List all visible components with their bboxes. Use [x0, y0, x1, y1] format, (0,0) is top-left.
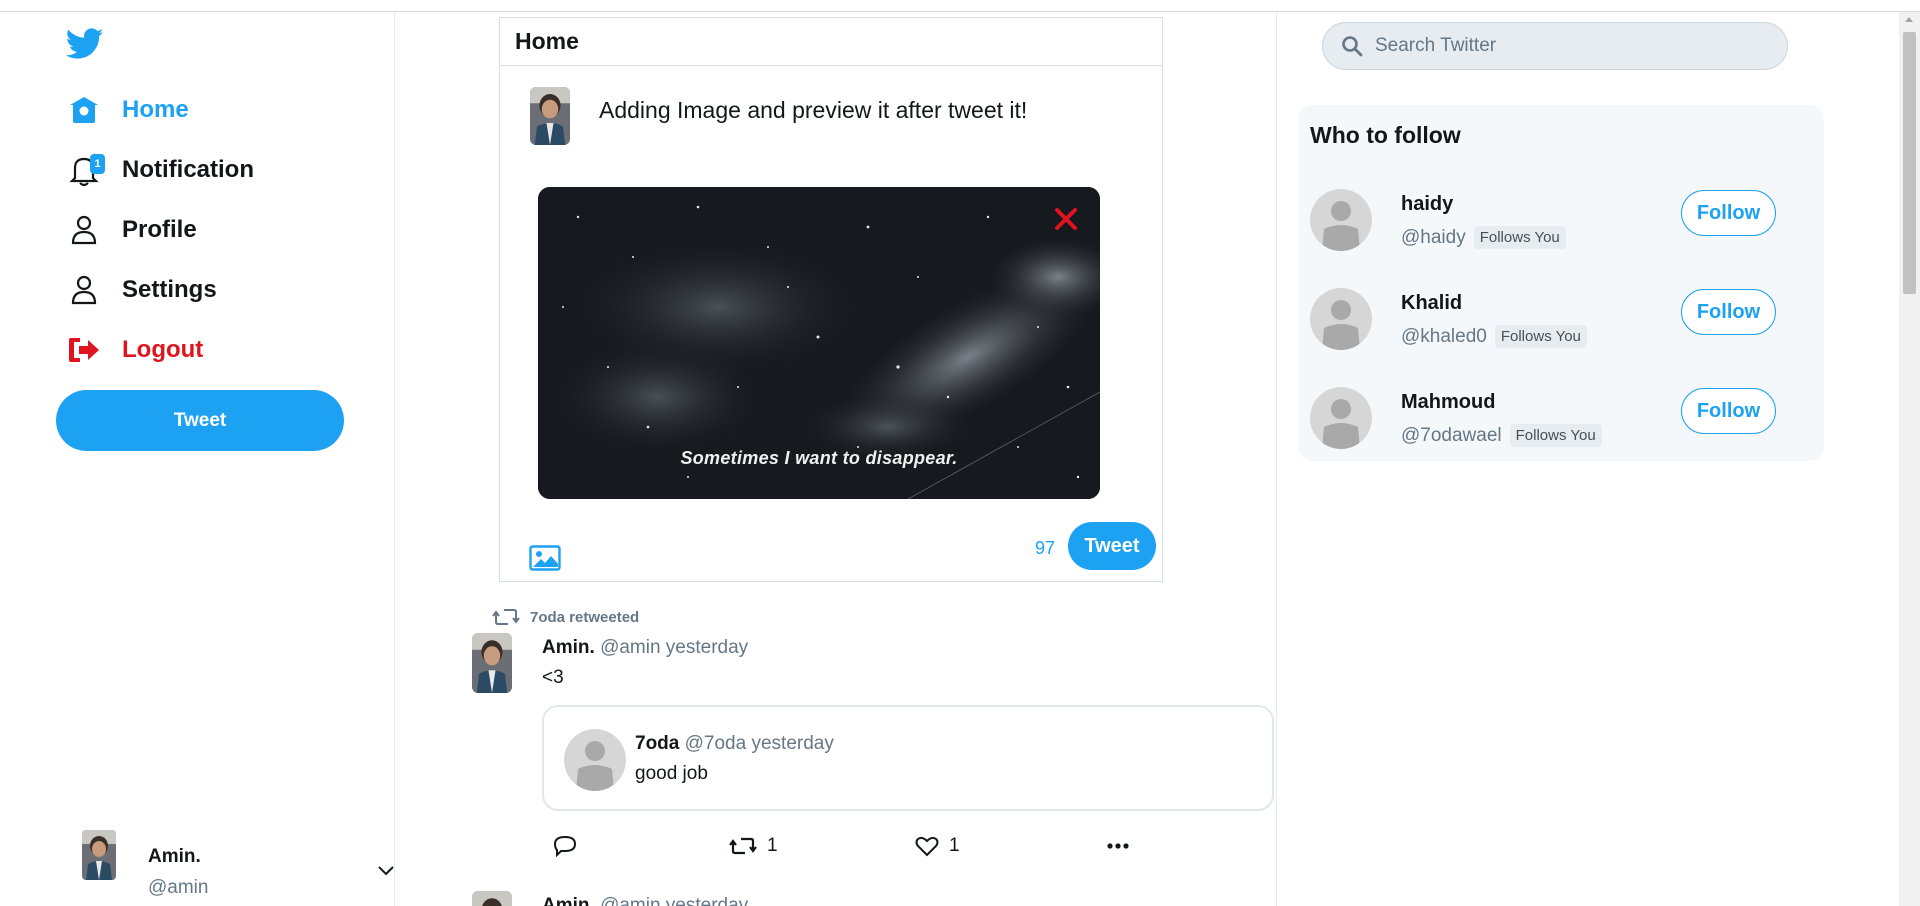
follows-you-badge: Follows You: [1494, 325, 1587, 348]
chevron-down-icon[interactable]: [374, 858, 398, 882]
tweet-meta: @amin yesterday: [600, 637, 749, 658]
user-icon: [66, 212, 102, 248]
suggestion-handle-text: @7odawael: [1401, 425, 1502, 446]
nav-notification-label: Notification: [122, 156, 254, 183]
nav-profile[interactable]: Profile: [66, 210, 197, 250]
avatar: [82, 830, 116, 880]
compose-box: Home Adding Image and preview it after t…: [499, 17, 1163, 582]
compose-text-input[interactable]: Adding Image and preview it after tweet …: [599, 97, 1027, 124]
follow-suggestion: haidy @haidy Follows You Follow: [1298, 189, 1824, 269]
quoted-tweet[interactable]: 7oda @7oda yesterday good job: [542, 705, 1274, 811]
image-caption: Sometimes I want to disappear.: [680, 448, 958, 468]
suggestion-handle: @khaled0 Follows You: [1401, 325, 1587, 348]
tweet: Amin. @amin yesterday: [470, 888, 870, 906]
suggestion-name[interactable]: Mahmoud: [1401, 391, 1495, 414]
scrollbar[interactable]: [1899, 12, 1920, 906]
retweet-icon: [729, 837, 757, 855]
sign-out-icon: [66, 332, 102, 368]
tweet-author-name[interactable]: Amin.: [542, 637, 595, 658]
column-divider: [1276, 12, 1277, 906]
nav-settings[interactable]: Settings: [66, 270, 217, 310]
search-icon: [1342, 36, 1363, 57]
sidebar-tweet-button[interactable]: Tweet: [56, 390, 344, 451]
tweet-header: Amin. @amin yesterday: [542, 637, 748, 659]
suggestion-handle: @7odawael Follows You: [1401, 424, 1602, 447]
search-input[interactable]: [1375, 35, 1775, 57]
page-title: Home: [500, 18, 1162, 66]
retweet-label: 7oda retweeted: [530, 608, 640, 626]
quoted-tweet-body: good job: [635, 763, 708, 784]
tweet-meta: @amin yesterday: [600, 895, 749, 906]
follow-button[interactable]: Follow: [1681, 388, 1776, 434]
nav-logout[interactable]: Logout: [66, 330, 203, 370]
quoted-author-name: 7oda: [635, 733, 680, 754]
follow-button[interactable]: Follow: [1681, 190, 1776, 236]
twitter-logo-icon[interactable]: [66, 28, 104, 60]
suggestion-handle-text: @haidy: [1401, 227, 1466, 248]
sidebar: Home 1 Notification Profile Settings Log…: [0, 12, 395, 906]
follow-suggestion: Khalid @khaled0 Follows You Follow: [1298, 288, 1824, 368]
account-switcher[interactable]: Amin. @amin: [82, 830, 402, 900]
follow-suggestion: Mahmoud @7odawael Follows You Follow: [1298, 387, 1824, 467]
image-preview: Sometimes I want to disappear.: [538, 187, 1100, 499]
who-to-follow-panel: Who to follow haidy @haidy Follows You Fo…: [1298, 105, 1824, 461]
char-counter: 97: [1035, 538, 1056, 558]
who-to-follow-title: Who to follow: [1310, 122, 1461, 148]
nav-profile-label: Profile: [122, 216, 197, 243]
suggestion-handle: @haidy Follows You: [1401, 226, 1566, 249]
avatar[interactable]: [472, 633, 512, 693]
follow-button[interactable]: Follow: [1681, 289, 1776, 335]
default-avatar: [564, 729, 626, 791]
suggestion-name[interactable]: Khalid: [1401, 292, 1462, 315]
close-icon[interactable]: [1052, 205, 1080, 233]
nav-home-label: Home: [122, 96, 189, 123]
nav-home[interactable]: Home: [66, 90, 189, 130]
default-avatar[interactable]: [1310, 387, 1372, 449]
tweet-body: <3: [542, 667, 564, 688]
nav-settings-label: Settings: [122, 276, 217, 303]
avatar: [530, 87, 570, 145]
retweet-count: 1: [767, 835, 778, 856]
more-icon: [1107, 843, 1129, 849]
retweet-icon: [492, 609, 520, 625]
account-name: Amin.: [148, 846, 201, 867]
reply-button[interactable]: [553, 832, 577, 860]
reply-icon: [553, 835, 577, 857]
bell-icon: 1: [66, 152, 105, 188]
retweet-indicator: 7oda retweeted: [492, 607, 639, 627]
heart-icon: [915, 836, 939, 857]
notification-badge: 1: [90, 154, 105, 174]
avatar[interactable]: [472, 891, 512, 906]
compose-tweet-button[interactable]: Tweet: [1068, 522, 1156, 570]
more-options-button[interactable]: [1106, 832, 1130, 860]
tweet-header: Amin. @amin yesterday: [542, 895, 748, 906]
home-icon: [66, 92, 102, 128]
nav-logout-label: Logout: [122, 336, 204, 363]
search-bar[interactable]: [1322, 22, 1788, 70]
quoted-tweet-header: 7oda @7oda yesterday: [635, 733, 834, 755]
user-icon: [66, 272, 102, 308]
scroll-up-arrow-icon[interactable]: [1905, 17, 1913, 22]
retweet-button[interactable]: 1: [729, 832, 778, 860]
nav-notification[interactable]: 1 Notification: [66, 150, 254, 190]
like-button[interactable]: 1: [915, 832, 960, 860]
default-avatar[interactable]: [1310, 288, 1372, 350]
suggestion-handle-text: @khaled0: [1401, 326, 1487, 347]
follows-you-badge: Follows You: [1509, 424, 1602, 447]
scrollbar-thumb[interactable]: [1903, 32, 1916, 294]
suggestion-name[interactable]: haidy: [1401, 193, 1453, 216]
follows-you-badge: Follows You: [1473, 226, 1566, 249]
default-avatar[interactable]: [1310, 189, 1372, 251]
like-count: 1: [949, 835, 960, 856]
account-handle: @amin: [148, 877, 209, 898]
image-icon[interactable]: [529, 545, 561, 571]
quoted-tweet-meta: @7oda yesterday: [684, 733, 834, 754]
tweet-author-name[interactable]: Amin.: [542, 895, 595, 906]
